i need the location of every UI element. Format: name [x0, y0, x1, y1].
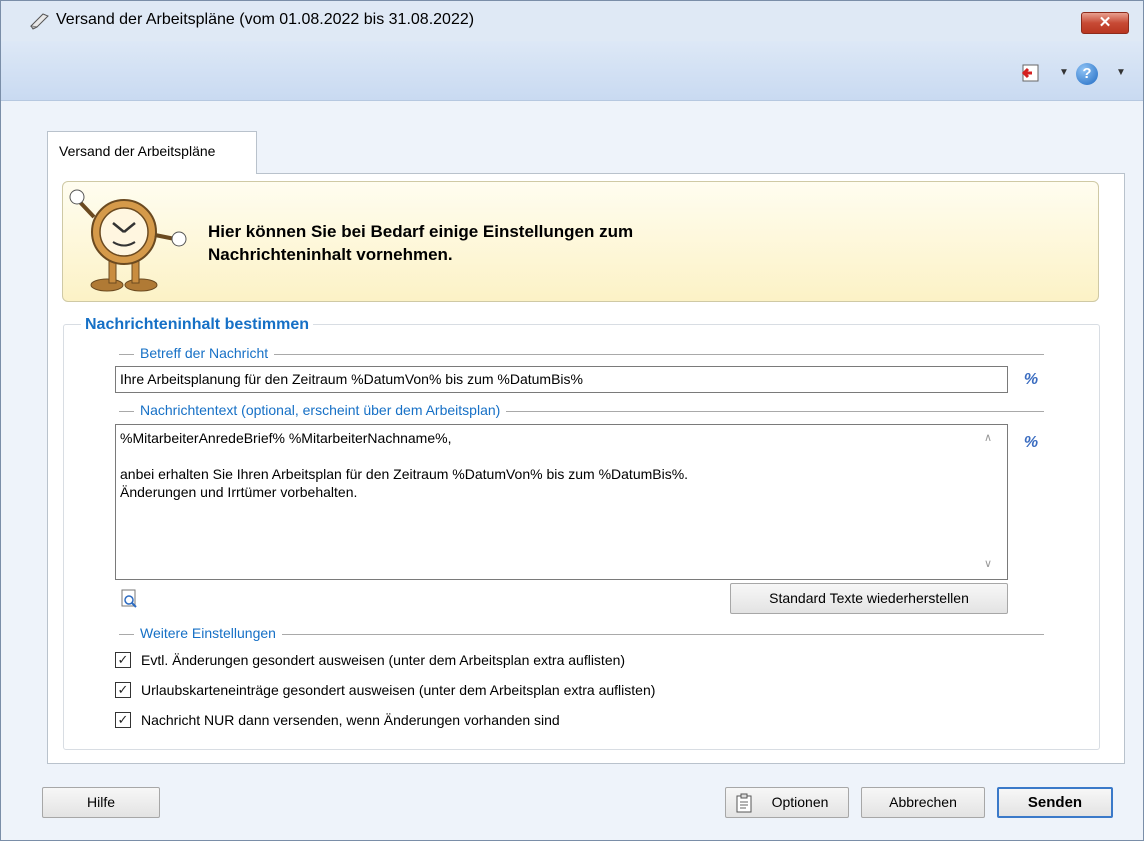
- hint-text: Hier können Sie bei Bedarf einige Einste…: [208, 220, 908, 266]
- preview-magnifier-icon[interactable]: [121, 589, 139, 609]
- checkbox-vacation-row[interactable]: ✓ Urlaubskarteneinträge gesondert ausweis…: [115, 682, 655, 699]
- checkbox-changes-row[interactable]: ✓ Evtl. Änderungen gesondert ausweisen (u…: [115, 652, 625, 669]
- body-text: %MitarbeiterAnredeBrief% %MitarbeiterNac…: [120, 430, 689, 500]
- checkbox-vacation[interactable]: ✓: [115, 682, 131, 699]
- hint-line-2: Nachrichteninhalt vornehmen.: [208, 245, 453, 264]
- options-button[interactable]: Optionen: [725, 787, 849, 818]
- group-title: Nachrichteninhalt bestimmen: [81, 316, 314, 334]
- exit-icon[interactable]: [1021, 63, 1041, 83]
- checkbox-only-changes-label: Nachricht NUR dann versenden, wenn Änder…: [141, 712, 560, 728]
- body-placeholder-button[interactable]: %: [1020, 432, 1042, 454]
- help-dropdown-arrow-icon[interactable]: ▼: [1116, 67, 1126, 78]
- quill-icon: [29, 13, 49, 30]
- tab-versand[interactable]: Versand der Arbeitspläne: [47, 131, 257, 174]
- options-button-label: Optionen: [771, 794, 829, 810]
- clock-mascot-icon: [69, 189, 187, 292]
- cancel-button[interactable]: Abbrechen: [861, 787, 985, 818]
- window-title: Versand der Arbeitspläne (vom 01.08.2022…: [56, 11, 475, 28]
- help-button[interactable]: Hilfe: [42, 787, 160, 818]
- checkbox-vacation-label: Urlaubskarteneinträge gesondert ausweise…: [141, 682, 656, 698]
- subject-input[interactable]: Ihre Arbeitsplanung für den Zeitraum %Da…: [115, 366, 1008, 393]
- checkbox-only-changes[interactable]: ✓: [115, 712, 131, 729]
- scroll-up-icon[interactable]: ∧: [984, 431, 992, 444]
- close-button[interactable]: ✕: [1081, 12, 1129, 34]
- settings-label: Weitere Einstellungen: [134, 625, 282, 641]
- dialog-window: Versand der Arbeitspläne (vom 01.08.2022…: [0, 0, 1144, 841]
- clipboard-icon: [736, 793, 752, 813]
- help-icon[interactable]: ?: [1076, 63, 1098, 85]
- toolbar: [1, 41, 1143, 101]
- subject-label: Betreff der Nachricht: [134, 345, 275, 361]
- subject-placeholder-button[interactable]: %: [1020, 369, 1042, 391]
- send-button[interactable]: Senden: [997, 787, 1113, 818]
- checkbox-changes[interactable]: ✓: [115, 652, 131, 669]
- scroll-down-icon[interactable]: ∨: [984, 557, 992, 570]
- body-label: Nachrichtentext (optional, erscheint übe…: [134, 402, 507, 418]
- checkbox-only-changes-row[interactable]: ✓ Nachricht NUR dann versenden, wenn Ände…: [115, 712, 560, 729]
- exit-dropdown-arrow-icon[interactable]: ▼: [1059, 67, 1069, 78]
- hint-line-1: Hier können Sie bei Bedarf einige Einste…: [208, 222, 634, 241]
- restore-defaults-button[interactable]: Standard Texte wiederherstellen: [730, 583, 1008, 614]
- checkbox-changes-label: Evtl. Änderungen gesondert ausweisen (un…: [141, 652, 626, 668]
